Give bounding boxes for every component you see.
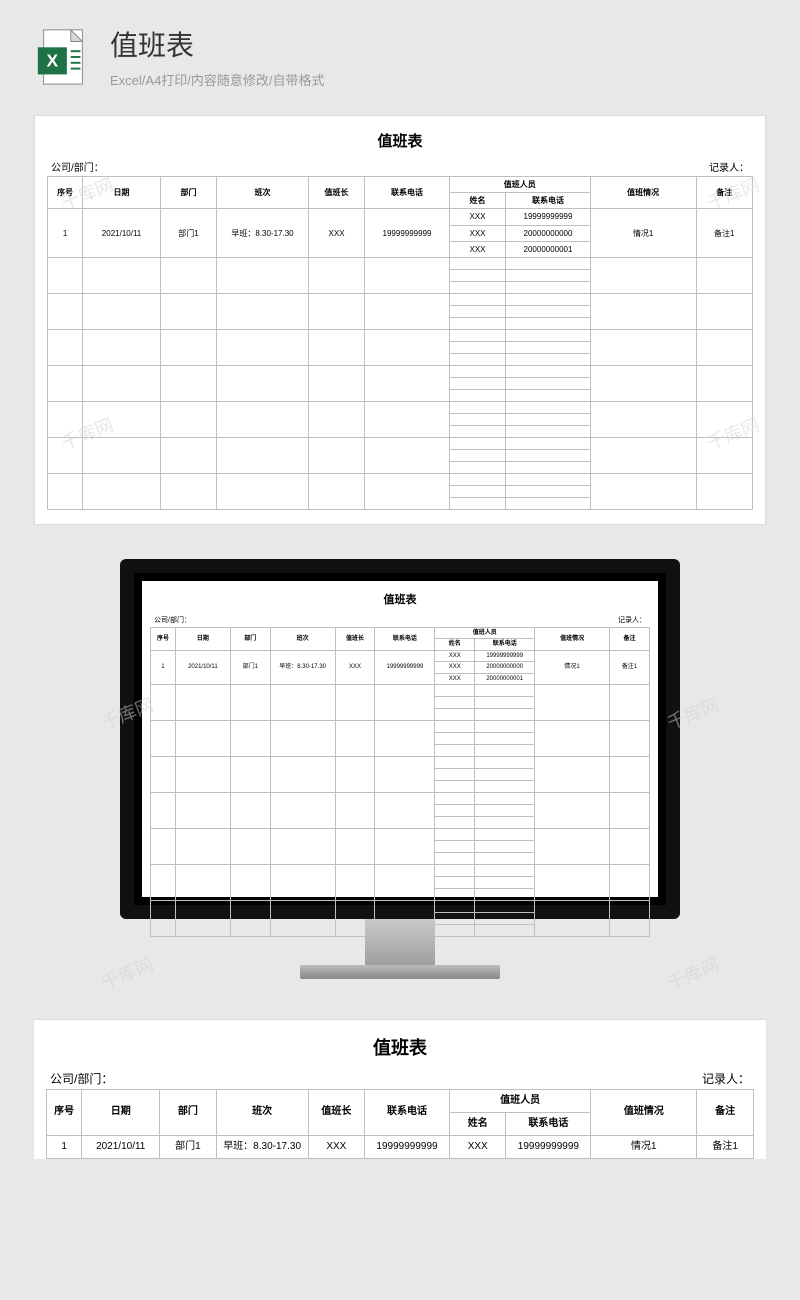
col-remark: 备注 (696, 177, 752, 209)
col-situation: 值班情况 (590, 177, 696, 209)
table-row (48, 473, 753, 485)
table-row (48, 293, 753, 305)
svg-text:X: X (47, 50, 59, 70)
doc-title: 值班表 (47, 130, 753, 151)
col-staff-group: 值班人员 (449, 177, 590, 193)
page-subtitle: Excel/A4打印/内容随意修改/自带格式 (110, 70, 325, 89)
table-row (48, 329, 753, 341)
meta-recorder: 记录人： (618, 615, 646, 625)
monitor-mockup: 值班表 公司/部门： 记录人： 序号日期部门班次值班长联系电话值班人员值班情况备… (0, 559, 800, 979)
table-row (48, 257, 753, 269)
meta-company: 公司/部门： (51, 159, 104, 174)
table-row: 1 2021/10/11 部门1 早班：8.30-17.30 XXX 19999… (48, 209, 753, 225)
template-preview-card: 值班表 公司/部门： 记录人： 序号 日期 部门 班次 值班长 联系电话 值班人… (34, 115, 766, 525)
col-shift: 班次 (217, 177, 309, 209)
table-row (48, 437, 753, 449)
col-date: 日期 (83, 177, 161, 209)
duty-table: 序号日期部门班次值班长联系电话值班人员值班情况备注 姓名联系电话 12021/1… (46, 1089, 754, 1159)
duty-table: 序号 日期 部门 班次 值班长 联系电话 值班人员 值班情况 备注 姓名 联系电… (47, 176, 753, 510)
col-dept: 部门 (160, 177, 216, 209)
monitor-stand (365, 919, 435, 965)
col-staff-name: 姓名 (449, 193, 505, 209)
table-row (48, 401, 753, 413)
col-leader: 值班长 (308, 177, 364, 209)
table-row (48, 365, 753, 377)
meta-company: 公司/部门： (50, 1070, 113, 1087)
doc-title: 值班表 (46, 1034, 754, 1060)
page-header: X 值班表 Excel/A4打印/内容随意修改/自带格式 (0, 0, 800, 105)
doc-title: 值班表 (150, 591, 650, 607)
meta-recorder: 记录人： (709, 159, 749, 174)
col-phone: 联系电话 (365, 177, 450, 209)
monitor-base (300, 965, 500, 979)
meta-company: 公司/部门： (154, 615, 191, 625)
col-staff-phone: 联系电话 (506, 193, 591, 209)
excel-file-icon: X (32, 26, 94, 88)
page-title: 值班表 (110, 24, 325, 64)
template-preview-large: 值班表 公司/部门： 记录人： 序号日期部门班次值班长联系电话值班人员值班情况备… (34, 1019, 766, 1159)
meta-recorder: 记录人： (702, 1070, 750, 1087)
col-seq: 序号 (48, 177, 83, 209)
duty-table: 序号日期部门班次值班长联系电话值班人员值班情况备注 姓名联系电话 12021/1… (150, 627, 650, 937)
